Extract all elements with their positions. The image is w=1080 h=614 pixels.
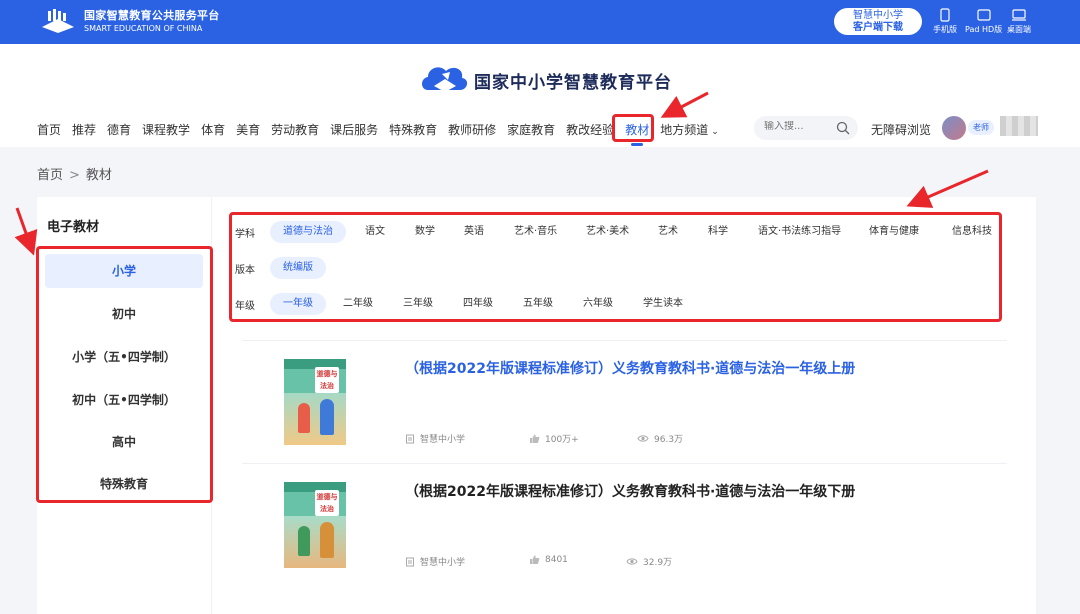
arrow-to-filters	[906, 169, 989, 208]
arrow-to-textbook-nav	[660, 91, 709, 118]
arrow-to-sidebar	[14, 207, 38, 256]
annotation-arrows	[14, 91, 989, 256]
